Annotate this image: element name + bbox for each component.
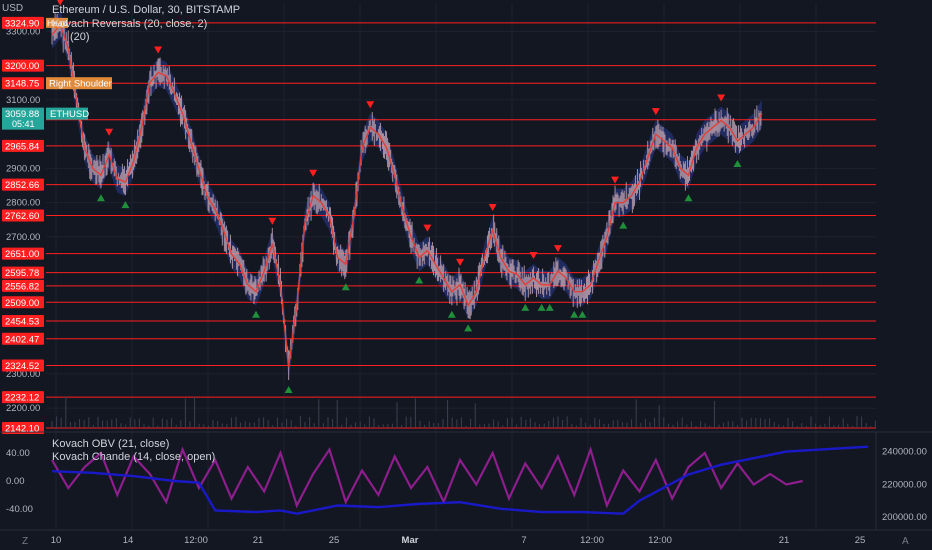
chande-tick: 0.00 (6, 476, 25, 487)
time-tick: Mar (402, 535, 419, 546)
time-tick: 10 (51, 535, 62, 546)
level-price-label: 2232.12 (5, 393, 39, 404)
obv-legend[interactable]: Kovach OBV (21, close) (52, 438, 169, 450)
auto-scale-corner[interactable]: A (902, 536, 909, 547)
chande-legend[interactable]: Kovach Chande (14, close, open) (52, 451, 215, 463)
obv-tick: 240000.00 (882, 447, 927, 458)
chande-tick: -40.00 (6, 504, 33, 515)
time-tick: 21 (779, 535, 790, 546)
level-price-label: 2454.53 (5, 316, 39, 327)
obv-tick: 220000.00 (882, 479, 927, 490)
level-price-label: 3148.75 (5, 79, 39, 90)
level-price-label: 2402.47 (5, 334, 39, 345)
price-tick: 3100.00 (6, 95, 40, 106)
indicator-legend[interactable]: Kovach Reversals (20, close, 2) (52, 18, 207, 30)
time-tick: 14 (123, 535, 134, 546)
ticker-label: ETHUSD (50, 109, 89, 120)
time-tick: 25 (855, 535, 866, 546)
indicator-legend-2[interactable]: (20) (70, 31, 90, 43)
time-tick: 12:00 (580, 535, 604, 546)
zoom-corner-left[interactable]: Z (22, 536, 28, 547)
level-price-label: 2324.52 (5, 361, 39, 372)
level-price-label: 3200.00 (5, 61, 39, 72)
level-price-label: 2965.84 (5, 141, 39, 152)
price-tick: 2900.00 (6, 163, 40, 174)
level-price-label: 2651.00 (5, 249, 39, 260)
symbol-legend[interactable]: Ethereum / U.S. Dollar, 30, BITSTAMP (52, 4, 240, 16)
time-tick: 25 (329, 535, 340, 546)
level-price-label: 2142.10 (5, 423, 39, 434)
time-tick: 21 (253, 535, 264, 546)
level-price-label: 2595.78 (5, 268, 39, 279)
level-price-label: 2509.00 (5, 298, 39, 309)
level-price-label: 2852.66 (5, 180, 39, 191)
trading-chart[interactable]: 3300.003100.002900.002800.002700.002300.… (0, 0, 932, 550)
price-tick: 2800.00 (6, 198, 40, 209)
chande-tick: 40.00 (6, 448, 30, 459)
level-price-label: 3324.90 (5, 18, 39, 29)
time-tick: 12:00 (184, 535, 208, 546)
shoulder-label: Right Shoulder (49, 79, 112, 90)
time-tick: 12:00 (648, 535, 672, 546)
price-tick: 2700.00 (6, 232, 40, 243)
current-price-countdown: 05:41 (12, 119, 35, 129)
level-price-label: 2762.60 (5, 211, 39, 222)
time-tick: 7 (521, 535, 526, 546)
currency-label[interactable]: USD (2, 3, 23, 14)
level-price-label: 2556.82 (5, 281, 39, 292)
price-tick: 2200.00 (6, 403, 40, 414)
obv-tick: 200000.00 (882, 512, 927, 523)
